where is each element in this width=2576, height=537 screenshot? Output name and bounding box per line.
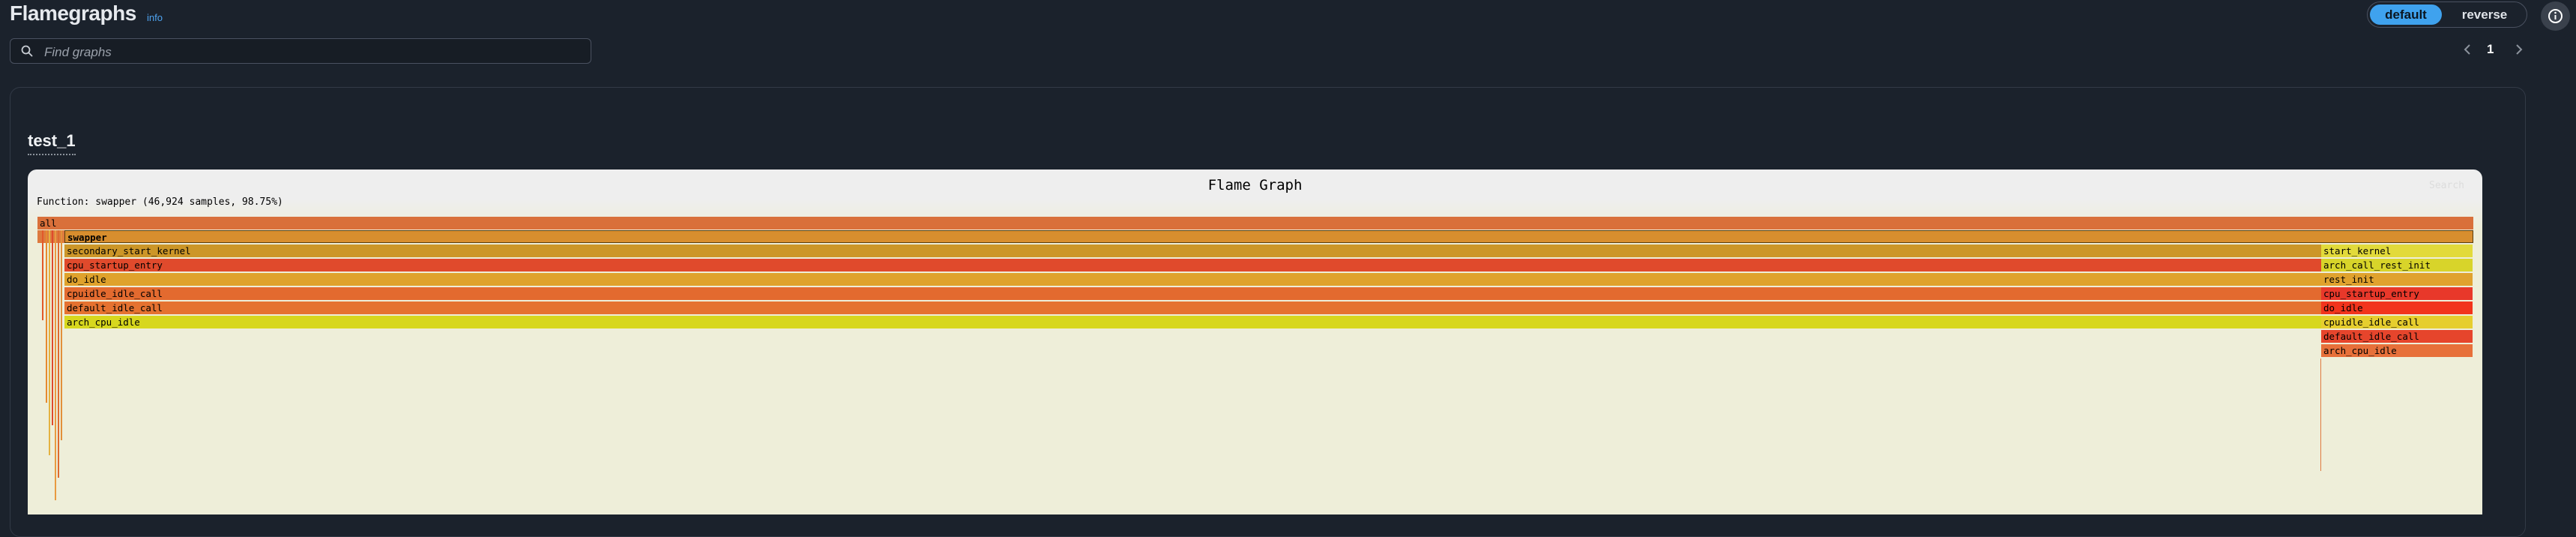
frame-default-idle-call[interactable]: default_idle_call xyxy=(64,302,2380,314)
frame-right-cpu-startup-entry[interactable]: cpu_startup_entry xyxy=(2321,287,2473,300)
search-box[interactable]: Find graphs xyxy=(10,38,591,64)
frame-all[interactable]: all xyxy=(37,217,2473,230)
flame-graph-title: Flame Graph xyxy=(1207,177,1303,194)
frame-start-kernel[interactable]: start_kernel xyxy=(2321,244,2473,257)
toggle-reverse[interactable]: reverse xyxy=(2446,4,2524,25)
frame-rest-init[interactable]: rest_init xyxy=(2321,273,2473,286)
page-title: Flamegraphs xyxy=(10,2,136,25)
frame-sliver[interactable] xyxy=(2320,358,2321,471)
info-button[interactable] xyxy=(2541,2,2570,31)
frame-sliver[interactable] xyxy=(58,230,59,478)
page-number[interactable]: 1 xyxy=(2487,42,2494,57)
flame-graph-search[interactable]: Search xyxy=(2429,180,2464,191)
frame-right-do-idle[interactable]: do_idle xyxy=(2321,302,2473,314)
info-icon xyxy=(2548,9,2563,23)
frame-sliver[interactable] xyxy=(46,230,47,403)
toggle-default[interactable]: default xyxy=(2370,4,2442,25)
frame-do-idle[interactable]: do_idle xyxy=(64,273,2380,286)
search-icon xyxy=(21,45,33,57)
frame-sliver[interactable] xyxy=(42,230,43,320)
frame-sliver[interactable] xyxy=(55,230,56,500)
flame-graph-details: Function: swapper (46,924 samples, 98.75… xyxy=(37,196,283,208)
frame-swapper[interactable]: swapper xyxy=(64,230,2473,243)
frame-sliver[interactable] xyxy=(52,230,53,425)
frame-arch-cpu-idle[interactable]: arch_cpu_idle xyxy=(64,316,2380,328)
frame-right-cpuidle-idle-call[interactable]: cpuidle_idle_call xyxy=(2321,316,2473,328)
frame-cpu-startup-entry[interactable]: cpu_startup_entry xyxy=(64,259,2380,272)
next-page-icon[interactable] xyxy=(2512,40,2526,58)
prev-page-icon[interactable] xyxy=(2461,40,2474,58)
view-toggle[interactable]: default reverse xyxy=(2367,2,2527,28)
graph-name[interactable]: test_1 xyxy=(28,131,76,155)
flame-graph[interactable]: Flame Graph Search Function: swapper (46… xyxy=(28,170,2482,514)
frame-sliver[interactable] xyxy=(49,230,50,455)
frame-cpuidle-idle-call[interactable]: cpuidle_idle_call xyxy=(64,287,2380,300)
info-link[interactable]: info xyxy=(147,12,163,23)
search-input[interactable]: Find graphs xyxy=(44,45,112,60)
frame-arch-call-rest-init[interactable]: arch_call_rest_init xyxy=(2321,259,2473,272)
frame-right-arch-cpu-idle[interactable]: arch_cpu_idle xyxy=(2321,344,2473,357)
frame-secondary-start-kernel[interactable]: secondary_start_kernel xyxy=(64,244,2380,257)
frame-right-default-idle-call[interactable]: default_idle_call xyxy=(2321,330,2473,343)
frame-sliver[interactable] xyxy=(61,230,62,440)
